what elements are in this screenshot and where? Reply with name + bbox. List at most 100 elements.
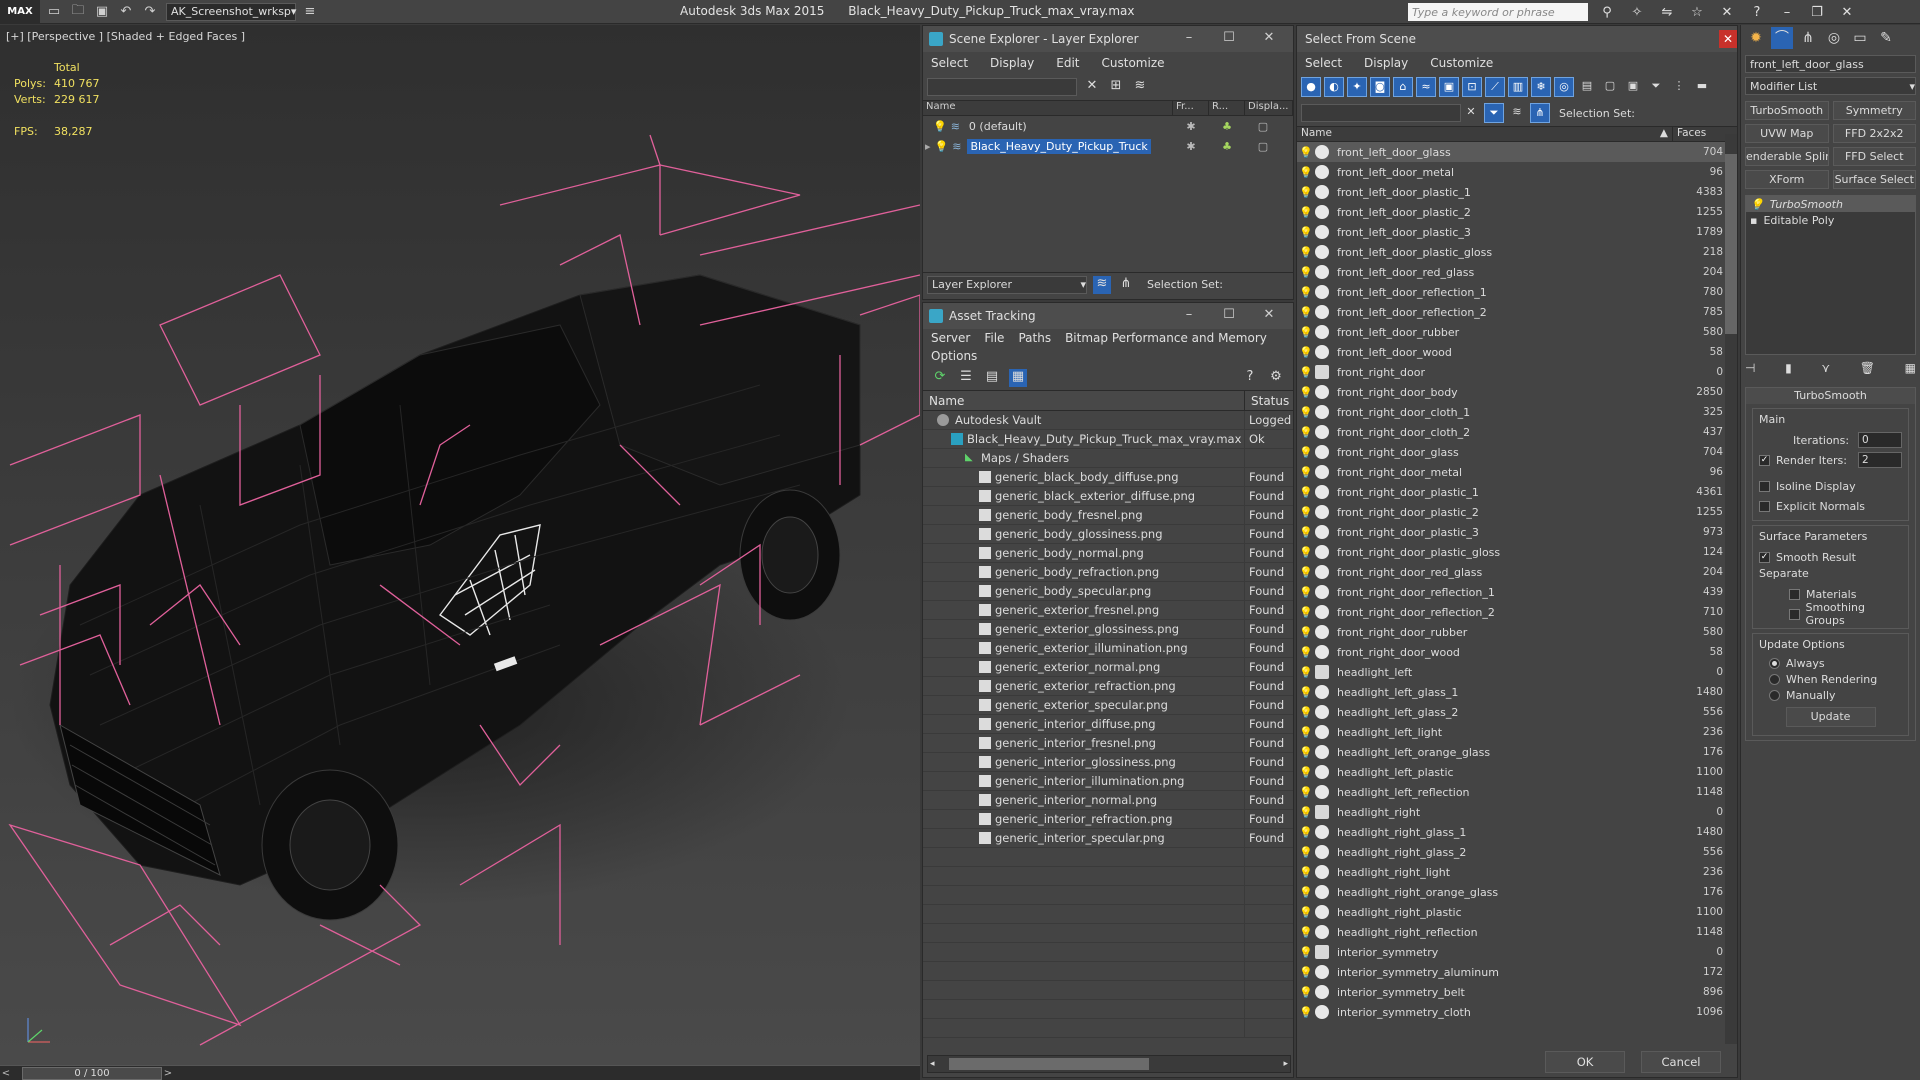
lightbulb-icon[interactable]: 💡 <box>1299 826 1313 839</box>
object-row[interactable]: 💡 headlight_right_light 236 <box>1297 862 1737 882</box>
menu-icon[interactable]: ≡ <box>300 2 320 22</box>
object-row[interactable]: 💡 front_left_door_reflection_1 780 <box>1297 282 1737 302</box>
clear-icon[interactable]: ✕ <box>1461 103 1481 123</box>
thumbnail-icon[interactable]: ▤ <box>983 369 1001 387</box>
layer-row[interactable]: ▸ 💡 ≋ Black_Heavy_Duty_Pickup_Truck ✱ ♣ ▢ <box>923 136 1293 156</box>
lightbulb-icon[interactable]: 💡 <box>1299 306 1313 319</box>
lightbulb-icon[interactable]: 💡 <box>933 120 947 133</box>
layers-icon[interactable]: ≋ <box>1131 78 1149 96</box>
new-file-icon[interactable]: ▭ <box>44 2 64 22</box>
modifier-button[interactable]: enderable Splir <box>1745 147 1829 166</box>
lightbulb-icon[interactable]: 💡 <box>1299 626 1313 639</box>
object-row[interactable]: 💡 headlight_right_plastic 1100 <box>1297 902 1737 922</box>
column-render[interactable]: R... <box>1209 101 1245 115</box>
maximize-button[interactable]: ☐ <box>1209 307 1249 322</box>
invert-display-icon[interactable]: ▣ <box>1623 77 1643 97</box>
object-row[interactable]: 💡 interior_symmetry_cloth 1096 <box>1297 1002 1737 1022</box>
asset-row[interactable]: generic_black_exterior_diffuse.png Found <box>923 487 1293 506</box>
object-row[interactable]: 💡 headlight_right_orange_glass 176 <box>1297 882 1737 902</box>
asset-row[interactable]: ◣ Maps / Shaders <box>923 449 1293 468</box>
display-tab-icon[interactable]: ▭ <box>1849 27 1871 49</box>
iterations-spinner[interactable]: 0 <box>1858 432 1902 448</box>
object-row[interactable]: 💡 front_right_door_metal 96 <box>1297 462 1737 482</box>
object-row[interactable]: 💡 front_left_door_plastic_3 1789 <box>1297 222 1737 242</box>
asset-row[interactable]: generic_interior_fresnel.png Found <box>923 734 1293 753</box>
lightbulb-icon[interactable]: 💡 <box>1299 486 1313 499</box>
object-row[interactable]: 💡 headlight_left 0 <box>1297 662 1737 682</box>
menu-edit[interactable]: Edit <box>1056 56 1079 70</box>
object-row[interactable]: 💡 front_left_door_wood 58 <box>1297 342 1737 362</box>
lightbulb-icon[interactable]: 💡 <box>1299 366 1313 379</box>
redo-icon[interactable]: ↷ <box>140 2 160 22</box>
object-row[interactable]: 💡 front_left_door_reflection_2 785 <box>1297 302 1737 322</box>
object-row[interactable]: 💡 front_right_door_body 2850 <box>1297 382 1737 402</box>
column-status[interactable]: Status <box>1245 391 1289 410</box>
object-row[interactable]: 💡 front_right_door_plastic_gloss 124 <box>1297 542 1737 562</box>
helper-filter-icon[interactable]: ⌂ <box>1393 77 1413 97</box>
lightbulb-icon[interactable]: 💡 <box>1299 146 1313 159</box>
help-icon[interactable]: ? <box>1241 369 1259 387</box>
modifier-list-dropdown[interactable]: Modifier List ▾ <box>1745 77 1916 95</box>
undo-icon[interactable]: ↶ <box>116 2 136 22</box>
object-row[interactable]: 💡 headlight_right 0 <box>1297 802 1737 822</box>
rollout-header[interactable]: TurboSmooth <box>1746 388 1915 404</box>
stack-item-editable-poly[interactable]: ▪ Editable Poly <box>1746 212 1915 228</box>
modifier-button[interactable]: UVW Map <box>1745 124 1829 143</box>
materials-checkbox[interactable] <box>1789 588 1800 600</box>
display-all-icon[interactable]: ▤ <box>1577 77 1597 97</box>
object-row[interactable]: 💡 front_left_door_rubber 580 <box>1297 322 1737 342</box>
open-file-icon[interactable]: 🗀 <box>68 2 88 22</box>
expand-icon[interactable]: ▪ <box>1750 214 1757 227</box>
smooth-result-checkbox[interactable]: ✓ <box>1759 551 1770 563</box>
hidden-filter-icon[interactable]: ◎ <box>1554 77 1574 97</box>
lightbulb-icon[interactable]: 💡 <box>1299 666 1313 679</box>
render-iters-checkbox[interactable]: ✓ <box>1759 454 1770 466</box>
tools-icon[interactable]: ✧ <box>1622 2 1652 22</box>
scroll-right-icon[interactable]: ▸ <box>1283 1059 1288 1069</box>
object-row[interactable]: 💡 front_right_door_red_glass 204 <box>1297 562 1737 582</box>
asset-row[interactable]: generic_interior_diffuse.png Found <box>923 715 1293 734</box>
lightbulb-icon[interactable]: 💡 <box>1299 886 1313 899</box>
slider-right-arrow-icon[interactable]: > <box>162 1068 174 1079</box>
lightbulb-icon[interactable]: 💡 <box>1299 726 1313 739</box>
object-row[interactable]: 💡 front_left_door_plastic_gloss 218 <box>1297 242 1737 262</box>
asset-row[interactable]: generic_exterior_specular.png Found <box>923 696 1293 715</box>
layers-icon[interactable]: ≋ <box>1507 103 1527 123</box>
object-row[interactable]: 💡 front_right_door_plastic_3 973 <box>1297 522 1737 542</box>
filter-icon[interactable]: ⏷ <box>1484 103 1504 123</box>
viewport-label[interactable]: [+] [Perspective ] [Shaded + Edged Faces… <box>6 30 245 43</box>
lightbulb-icon[interactable]: 💡 <box>1299 326 1313 339</box>
lightbulb-icon[interactable]: 💡 <box>1299 766 1313 779</box>
column-name[interactable]: Name <box>923 101 1173 115</box>
freeze-icon[interactable]: ✱ <box>1173 140 1209 153</box>
lightbulb-icon[interactable]: 💡 <box>1299 206 1313 219</box>
modifier-button[interactable]: Symmetry <box>1832 101 1916 120</box>
table-icon[interactable]: ▦ <box>1009 368 1027 387</box>
menu-display[interactable]: Display <box>990 56 1034 70</box>
shape-filter-icon[interactable]: ◐ <box>1324 77 1344 97</box>
funnel-options-icon[interactable]: ⋮ <box>1669 77 1689 97</box>
object-row[interactable]: 💡 headlight_left_reflection 1148 <box>1297 782 1737 802</box>
lightbulb-icon[interactable]: 💡 <box>1299 986 1313 999</box>
object-name-field[interactable]: front_left_door_glass <box>1745 55 1916 73</box>
object-row[interactable]: 💡 front_right_door_cloth_1 325 <box>1297 402 1737 422</box>
save-icon[interactable]: ▣ <box>92 2 112 22</box>
maximize-button[interactable]: ☐ <box>1209 30 1249 45</box>
object-row[interactable]: 💡 headlight_right_reflection 1148 <box>1297 922 1737 942</box>
lightbulb-icon[interactable]: 💡 <box>1299 246 1313 259</box>
lightbulb-icon[interactable]: 💡 <box>1750 198 1764 211</box>
object-row[interactable]: 💡 headlight_left_light 236 <box>1297 722 1737 742</box>
object-row[interactable]: 💡 front_right_door_plastic_1 4361 <box>1297 482 1737 502</box>
lightbulb-icon[interactable]: 💡 <box>935 140 949 153</box>
x-icon[interactable]: ✕ <box>1712 2 1742 22</box>
expand-icon[interactable]: ▸ <box>925 140 931 153</box>
layer-row[interactable]: 💡 ≋ 0 (default) ✱ ♣ ▢ <box>923 116 1293 136</box>
menu-customize[interactable]: Customize <box>1102 56 1165 70</box>
modifier-button[interactable]: Surface Select <box>1832 170 1916 189</box>
perspective-viewport[interactable]: [+] [Perspective ] [Shaded + Edged Faces… <box>0 25 920 1065</box>
xref-filter-icon[interactable]: ⊡ <box>1462 77 1482 97</box>
filter-icon[interactable]: ⊞ <box>1107 78 1125 96</box>
lightbulb-icon[interactable]: 💡 <box>1299 686 1313 699</box>
explorer-dropdown[interactable]: Layer Explorer ▾ <box>927 275 1087 294</box>
object-row[interactable]: 💡 interior_symmetry_belt 896 <box>1297 982 1737 1002</box>
